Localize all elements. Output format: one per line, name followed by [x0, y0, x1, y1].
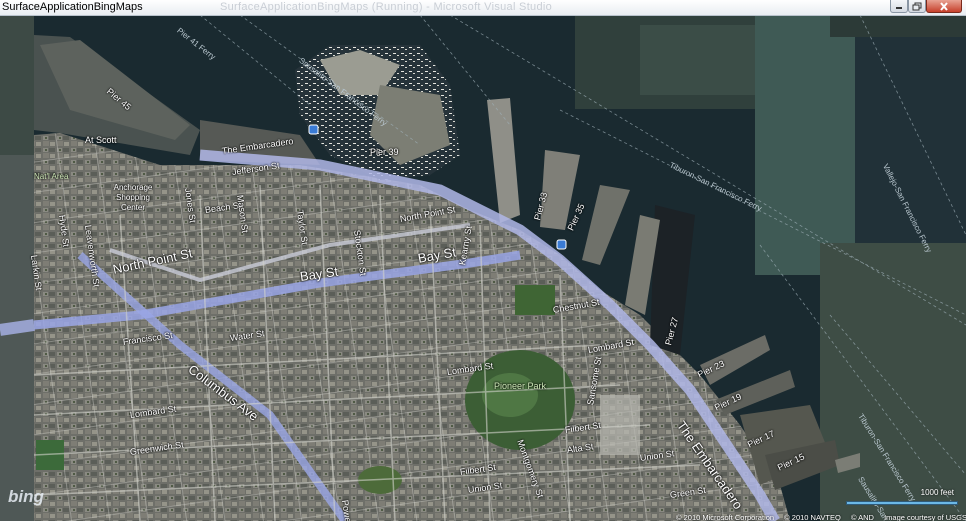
scale-bar: 1000 feet	[846, 488, 958, 508]
copyright-usgs: Image courtesy of USGS	[884, 513, 966, 521]
close-button[interactable]	[926, 0, 962, 13]
restore-icon	[912, 2, 922, 10]
title-bar[interactable]: SurfaceApplicationBingMaps SurfaceApplic…	[0, 0, 966, 16]
maximize-button[interactable]	[908, 0, 926, 13]
label-pioneer-park: Pioneer Park	[494, 381, 547, 391]
copyright-microsoft: © 2010 Microsoft Corporation	[676, 513, 775, 521]
scale-label: 1000 feet	[920, 488, 954, 497]
label-anchorage-center: Anchorage Shopping Center	[113, 183, 153, 212]
window-title: SurfaceApplicationBingMaps	[2, 1, 143, 13]
label-at-scott: At Scott	[85, 135, 117, 145]
label-pier-39: Pier 39	[370, 147, 399, 157]
close-icon	[940, 1, 948, 11]
label-natl-area: Nat'l Area	[34, 172, 69, 181]
minimize-icon	[896, 7, 902, 9]
copyright-navteq: © 2010 NAVTEQ	[784, 513, 841, 521]
copyright-and: © AND	[850, 513, 874, 521]
copyright-notice: © 2010 Microsoft Corporation © 2010 NAVT…	[676, 513, 966, 521]
map-view[interactable]: North Point St Bay St Bay St Columbus Av…	[0, 15, 966, 521]
application-window: SurfaceApplicationBingMaps SurfaceApplic…	[0, 0, 966, 521]
scale-line	[846, 501, 958, 505]
minimize-button[interactable]	[890, 0, 908, 13]
bing-logo: bing	[8, 487, 44, 506]
background-window-title: SurfaceApplicationBingMaps (Running) - M…	[220, 1, 553, 13]
